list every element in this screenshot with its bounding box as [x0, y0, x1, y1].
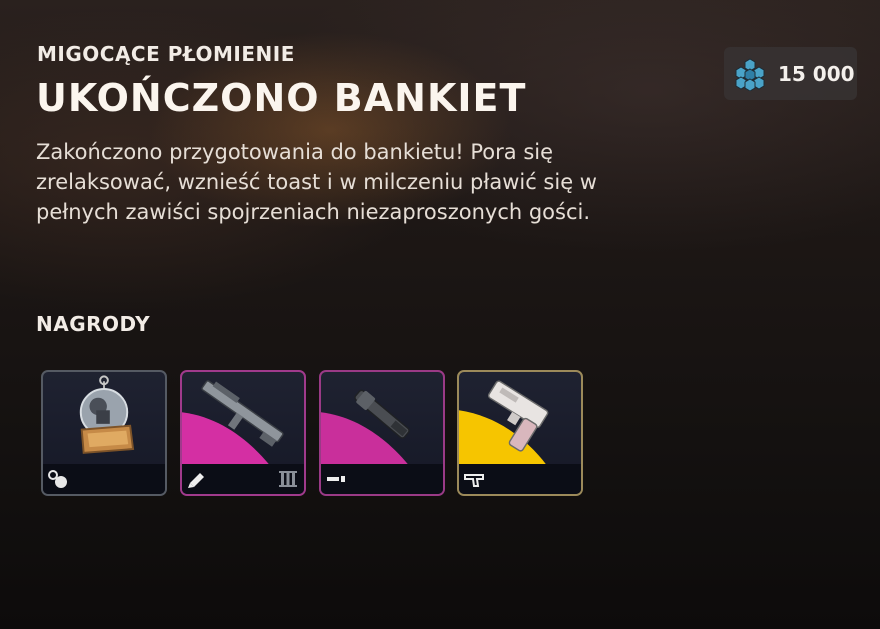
reward-card-rifle[interactable] — [180, 370, 306, 496]
reward-card-attachment[interactable] — [319, 370, 445, 496]
page-title: UKOŃCZONO BANKIET — [36, 76, 527, 120]
snow-globe-charm-image — [79, 375, 135, 454]
rifle-skin-image — [182, 380, 284, 465]
reward-card-charm[interactable] — [41, 370, 167, 496]
attachment-icon — [327, 476, 345, 482]
pistol-skin-image — [459, 380, 549, 465]
charm-icon — [48, 470, 67, 488]
attachment-skin-image — [321, 389, 410, 465]
event-description: Zakończono przygotowania do bankietu! Po… — [36, 140, 597, 224]
currency-badge: 15 000 — [724, 47, 857, 100]
reward-card-pistol[interactable] — [457, 370, 583, 496]
currency-amount: 15 000 — [778, 61, 855, 86]
rewards-label: NAGRODY — [36, 312, 151, 336]
pistol-icon — [464, 474, 484, 487]
hexagon-cluster-icon — [735, 57, 765, 91]
tier-three-icon — [279, 471, 297, 487]
weapon-skin-icon — [188, 473, 204, 488]
event-subtitle: MIGOCĄCE PŁOMIENIE — [37, 42, 295, 66]
